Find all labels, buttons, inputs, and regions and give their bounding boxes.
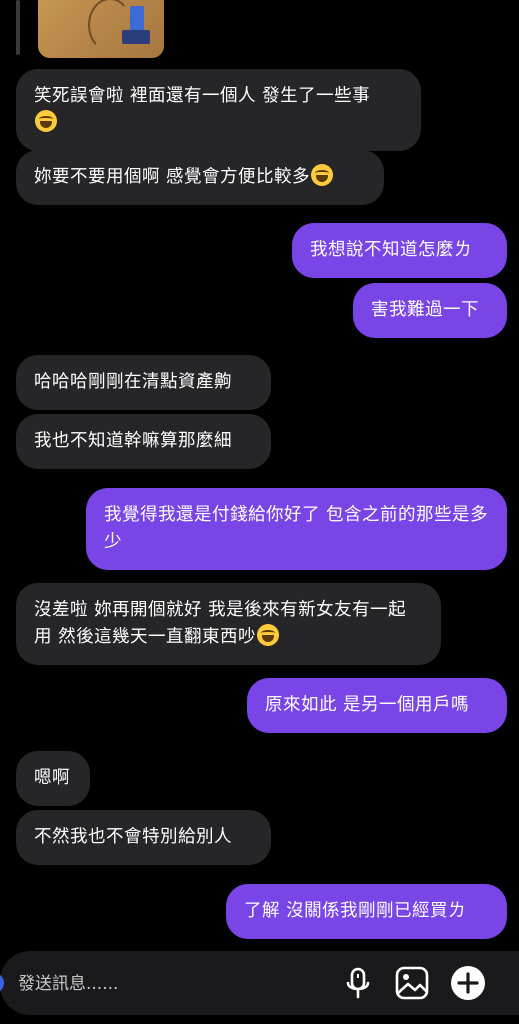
- camera-button-edge[interactable]: [0, 973, 4, 993]
- message-bubble-outgoing[interactable]: 害我難過一下: [353, 283, 507, 338]
- message-text: 妳要不要用個啊 感覺會方便比較多: [34, 167, 311, 187]
- joy-emoji: [35, 110, 57, 132]
- joy-emoji: [311, 164, 334, 186]
- gallery-icon[interactable]: [393, 964, 431, 1002]
- message-text: 害我難過一下: [371, 300, 479, 320]
- message-bubble-incoming[interactable]: 哈哈哈剛剛在清點資產齁: [16, 355, 271, 410]
- message-bubble-outgoing[interactable]: 我覺得我還是付錢給你好了 包含之前的那些是多少: [86, 488, 507, 570]
- message-text: 嗯啊: [34, 768, 70, 788]
- message-text: 笑死誤會啦 裡面還有一個人 發生了一些事: [34, 86, 371, 106]
- message-text: 原來如此 是另一個用戶嗎: [265, 695, 470, 715]
- message-bubble-incoming[interactable]: 嗯啊: [16, 751, 90, 806]
- plus-icon[interactable]: [449, 964, 487, 1002]
- message-bubble-outgoing[interactable]: 原來如此 是另一個用戶嗎: [247, 678, 507, 733]
- message-bubble-incoming[interactable]: 不然我也不會特別給別人: [16, 810, 271, 865]
- message-bubble-incoming[interactable]: 笑死誤會啦 裡面還有一個人 發生了一些事: [16, 69, 421, 151]
- message-text: 我也不知道幹嘛算那麼細: [34, 431, 232, 451]
- message-composer: [0, 951, 519, 1015]
- message-input[interactable]: [18, 970, 318, 998]
- joy-emoji: [257, 624, 280, 646]
- message-text: 哈哈哈剛剛在清點資產齁: [34, 372, 232, 392]
- message-text: 沒差啦 妳再開個就好 我是後來有新女友有一起用 然後這幾天一直翻東西吵: [34, 600, 407, 647]
- microphone-icon[interactable]: [339, 964, 377, 1002]
- message-text: 了解 沒關係我剛剛已經買ㄌ: [244, 901, 467, 921]
- message-bubble-incoming[interactable]: 我也不知道幹嘛算那麼細: [16, 414, 271, 469]
- image-device-base-detail: [122, 30, 150, 44]
- message-bubble-outgoing[interactable]: 了解 沒關係我剛剛已經買ㄌ: [226, 884, 507, 939]
- message-bubble-incoming[interactable]: 妳要不要用個啊 感覺會方便比較多: [16, 150, 384, 205]
- image-cable-detail: [88, 0, 132, 52]
- message-text: 不然我也不會特別給別人: [34, 827, 232, 847]
- reply-indicator-line: [16, 0, 20, 55]
- shared-image-thumbnail[interactable]: [38, 0, 164, 58]
- message-bubble-incoming[interactable]: 沒差啦 妳再開個就好 我是後來有新女友有一起用 然後這幾天一直翻東西吵: [16, 583, 441, 665]
- message-thread: 笑死誤會啦 裡面還有一個人 發生了一些事 妳要不要用個啊 感覺會方便比較多 我想…: [0, 0, 519, 950]
- message-text: 我想說不知道怎麼ㄌ: [310, 240, 472, 260]
- bottom-safe-area: [0, 1015, 519, 1024]
- message-text: 我覺得我還是付錢給你好了 包含之前的那些是多少: [104, 505, 489, 552]
- message-bubble-outgoing[interactable]: 我想說不知道怎麼ㄌ: [292, 223, 507, 278]
